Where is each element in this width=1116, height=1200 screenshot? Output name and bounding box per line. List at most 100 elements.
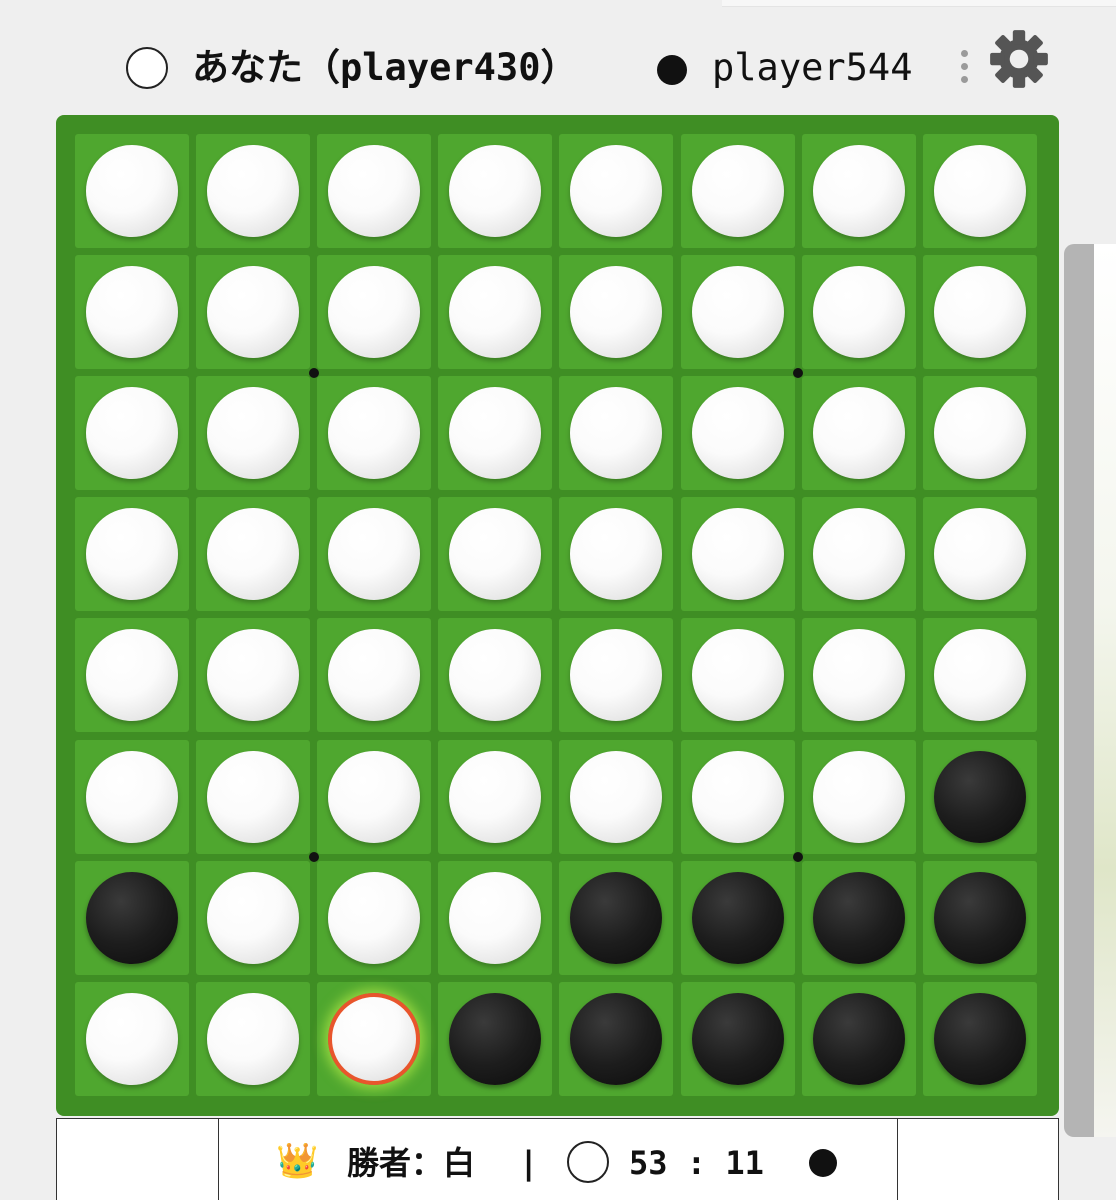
black-disc [692,993,784,1085]
board-cell-r2-c5[interactable] [681,376,795,490]
board-cell-r2-c6[interactable] [802,376,916,490]
board-cell-r4-c5[interactable] [681,618,795,732]
board-cell-r5-c5[interactable] [681,740,795,854]
white-disc [813,266,905,358]
white-disc [328,751,420,843]
board-cell-r4-c3[interactable] [438,618,552,732]
board-cell-r1-c6[interactable] [802,255,916,369]
status-bar: 👑 勝者：白 | 53 : 11 [56,1118,1059,1200]
board-cell-r7-c5[interactable] [681,982,795,1096]
board-cell-r0-c2[interactable] [317,134,431,248]
board-cell-r2-c3[interactable] [438,376,552,490]
black-disc [813,993,905,1085]
board-cell-r6-c1[interactable] [196,861,310,975]
board-cell-r1-c0[interactable] [75,255,189,369]
board-cell-r5-c0[interactable] [75,740,189,854]
board-cell-r6-c0[interactable] [75,861,189,975]
board-cell-r5-c1[interactable] [196,740,310,854]
board-cell-r4-c4[interactable] [559,618,673,732]
white-disc [449,508,541,600]
status-right-cell [897,1119,1058,1200]
white-disc [207,872,299,964]
board-cell-r1-c4[interactable] [559,255,673,369]
board-cell-r7-c3[interactable] [438,982,552,1096]
board-cell-r6-c2[interactable] [317,861,431,975]
board-cell-r3-c6[interactable] [802,497,916,611]
white-disc [449,629,541,721]
board-cell-r0-c1[interactable] [196,134,310,248]
board-cell-r6-c3[interactable] [438,861,552,975]
board-cell-r3-c5[interactable] [681,497,795,611]
board-cell-r6-c5[interactable] [681,861,795,975]
board-cell-r2-c4[interactable] [559,376,673,490]
board-cell-r2-c7[interactable] [923,376,1037,490]
board-cell-r0-c0[interactable] [75,134,189,248]
white-disc [570,629,662,721]
board-cell-r7-c7[interactable] [923,982,1037,1096]
board-cell-r2-c1[interactable] [196,376,310,490]
board-cell-r4-c7[interactable] [923,618,1037,732]
board-cell-r5-c3[interactable] [438,740,552,854]
board-cell-r0-c3[interactable] [438,134,552,248]
white-disc [934,508,1026,600]
board-cell-r4-c1[interactable] [196,618,310,732]
status-separator: | [519,1144,539,1182]
white-disc [570,387,662,479]
white-disc [449,145,541,237]
board-cell-r7-c6[interactable] [802,982,916,1096]
board-cell-r3-c1[interactable] [196,497,310,611]
board-cell-r7-c2[interactable] [317,982,431,1096]
board-cell-r3-c0[interactable] [75,497,189,611]
player1-name: あなた（player430） [192,46,578,89]
white-disc [86,387,178,479]
board-cell-r3-c4[interactable] [559,497,673,611]
white-disc [692,629,784,721]
white-disc [328,266,420,358]
black-disc [86,872,178,964]
board-cell-r5-c4[interactable] [559,740,673,854]
board-cell-r1-c3[interactable] [438,255,552,369]
white-disc [207,387,299,479]
white-disc [207,508,299,600]
white-disc [813,751,905,843]
board-cell-r1-c2[interactable] [317,255,431,369]
board-cell-r4-c0[interactable] [75,618,189,732]
black-disc [934,872,1026,964]
board-cell-r0-c7[interactable] [923,134,1037,248]
board-cell-r6-c4[interactable] [559,861,673,975]
board-cell-r0-c5[interactable] [681,134,795,248]
board-cell-r1-c5[interactable] [681,255,795,369]
board-cell-r4-c6[interactable] [802,618,916,732]
board-cell-r5-c6[interactable] [802,740,916,854]
white-disc [449,751,541,843]
board-cell-r6-c6[interactable] [802,861,916,975]
board-cell-r7-c0[interactable] [75,982,189,1096]
board-cell-r7-c4[interactable] [559,982,673,1096]
white-disc [813,629,905,721]
board-cell-r3-c7[interactable] [923,497,1037,611]
gear-icon[interactable] [986,26,1052,92]
white-disc [570,508,662,600]
black-disc [570,872,662,964]
board-cell-r0-c4[interactable] [559,134,673,248]
board-cell-r1-c7[interactable] [923,255,1037,369]
white-disc [207,751,299,843]
board-cell-r1-c1[interactable] [196,255,310,369]
board-cell-r0-c6[interactable] [802,134,916,248]
board-cell-r7-c1[interactable] [196,982,310,1096]
board-cell-r5-c7[interactable] [923,740,1037,854]
board-cell-r4-c2[interactable] [317,618,431,732]
board-cell-r2-c0[interactable] [75,376,189,490]
more-vertical-icon[interactable] [956,50,972,90]
black-disc [449,993,541,1085]
board-cell-r3-c3[interactable] [438,497,552,611]
black-disc [570,993,662,1085]
last-move-disc [328,993,420,1085]
board-star-point [309,852,319,862]
board-cell-r5-c2[interactable] [317,740,431,854]
white-disc [328,508,420,600]
white-disc [207,993,299,1085]
board-cell-r3-c2[interactable] [317,497,431,611]
board-cell-r2-c2[interactable] [317,376,431,490]
board-cell-r6-c7[interactable] [923,861,1037,975]
